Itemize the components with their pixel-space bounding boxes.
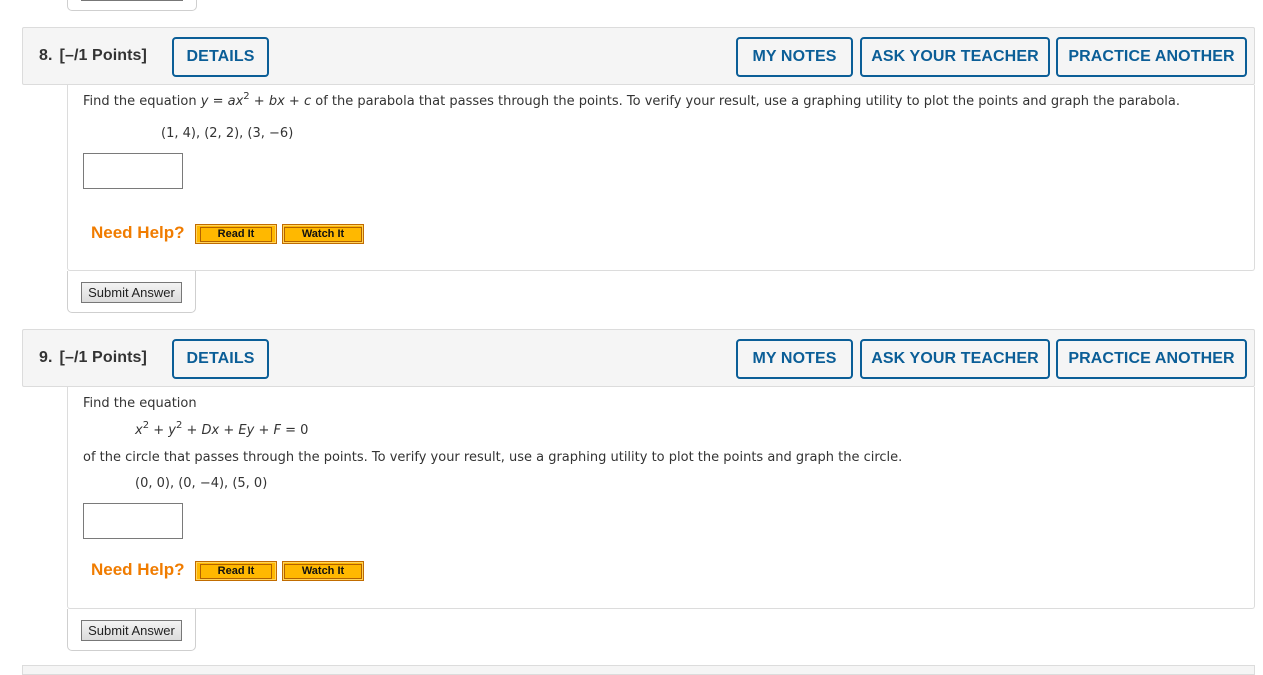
need-help-label: Need Help? [91, 223, 185, 242]
practice-another-button[interactable]: PRACTICE ANOTHER [1056, 339, 1247, 379]
read-it-button[interactable]: Read It [195, 561, 277, 581]
watch-it-button[interactable]: Watch It [282, 561, 364, 581]
read-it-label: Read It [199, 563, 273, 579]
previous-question-submit-area [67, 0, 197, 11]
points-label: [–/1 Points] [59, 47, 147, 64]
question-8: 8. [–/1 Points] DETAILS MY NOTES ASK YOUR… [22, 27, 1255, 313]
next-question-header [22, 665, 1255, 675]
details-button[interactable]: DETAILS [172, 37, 269, 77]
question-number-label: 9. [39, 349, 53, 366]
watch-it-label: Watch It [283, 226, 363, 242]
given-points: (1, 4), (2, 2), (3, −6) [161, 126, 294, 141]
question-body: Find the equation y = ax2 + bx + c of th… [67, 85, 1255, 271]
question-number: 8. [–/1 Points] [39, 47, 147, 65]
details-button[interactable]: DETAILS [172, 339, 269, 379]
question-number-label: 8. [39, 47, 53, 64]
practice-another-button[interactable]: PRACTICE ANOTHER [1056, 37, 1247, 77]
submit-area: Submit Answer [67, 271, 196, 313]
question-prompt: Find the equation y = ax2 + bx + c of th… [83, 91, 1181, 110]
question-header: 8. [–/1 Points] DETAILS MY NOTES ASK YOUR… [22, 27, 1255, 85]
points-label: [–/1 Points] [59, 349, 147, 366]
watch-it-button[interactable]: Watch It [282, 224, 364, 244]
previous-submit-button[interactable] [81, 0, 183, 1]
circle-equation: x2 + y2 + Dx + Ey + F = 0 [135, 420, 309, 439]
question-header: 9. [–/1 Points] DETAILS MY NOTES ASK YOUR… [22, 329, 1255, 387]
given-points: (0, 0), (0, −4), (5, 0) [135, 476, 268, 491]
submit-answer-button[interactable]: Submit Answer [81, 620, 182, 641]
need-help-label: Need Help? [91, 560, 185, 579]
question-number: 9. [–/1 Points] [39, 349, 147, 367]
question-prompt: of the circle that passes through the po… [83, 450, 903, 465]
submit-answer-button[interactable]: Submit Answer [81, 282, 182, 303]
question-body: Find the equation x2 + y2 + Dx + Ey + F … [67, 387, 1255, 609]
question-9: 9. [–/1 Points] DETAILS MY NOTES ASK YOUR… [22, 329, 1255, 651]
read-it-button[interactable]: Read It [195, 224, 277, 244]
answer-input[interactable] [83, 503, 183, 539]
my-notes-button[interactable]: MY NOTES [736, 339, 853, 379]
ask-your-teacher-button[interactable]: ASK YOUR TEACHER [860, 37, 1050, 77]
read-it-label: Read It [199, 226, 273, 242]
question-intro: Find the equation [83, 396, 197, 411]
watch-it-label: Watch It [283, 563, 363, 579]
answer-input[interactable] [83, 153, 183, 189]
my-notes-button[interactable]: MY NOTES [736, 37, 853, 77]
submit-area: Submit Answer [67, 609, 196, 651]
ask-your-teacher-button[interactable]: ASK YOUR TEACHER [860, 339, 1050, 379]
